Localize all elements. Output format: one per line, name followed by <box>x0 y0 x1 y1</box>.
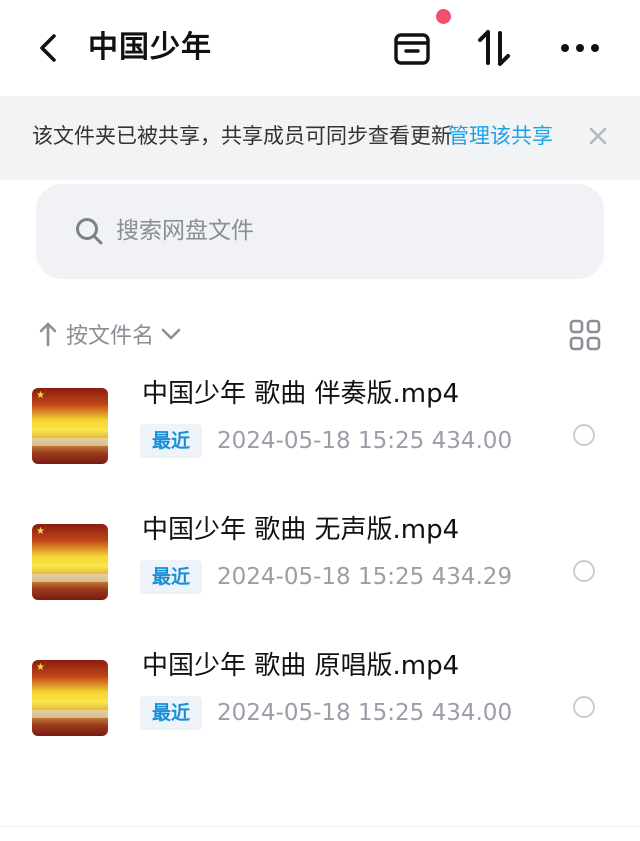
manage-share-link[interactable]: 管理该共享 <box>448 120 553 152</box>
notification-dot <box>436 9 451 24</box>
banner-close-button[interactable] <box>584 122 612 150</box>
share-banner: 该文件夹已被共享，共享成员可同步查看更新 管理该共享 <box>0 96 640 180</box>
search-icon <box>76 218 103 245</box>
file-time: 15:25 <box>357 700 425 726</box>
sort-arrows-icon <box>478 30 510 66</box>
grid-view-icon <box>569 319 601 351</box>
file-time: 15:25 <box>357 428 425 454</box>
file-date: 2024-05-18 <box>217 564 351 590</box>
grid-view-button[interactable] <box>568 318 602 352</box>
file-list-item[interactable]: ★ 中国少年 歌曲 原唱版.mp4 最近 2024-05-18 15:25 43… <box>0 642 640 762</box>
sort-bar: 按文件名 <box>0 312 640 356</box>
file-size: 434.00 <box>431 700 513 726</box>
transfer-button[interactable] <box>470 24 518 72</box>
divider <box>0 826 640 827</box>
select-radio[interactable] <box>573 696 595 718</box>
search-placeholder: 搜索网盘文件 <box>116 218 254 244</box>
file-meta: 2024-05-18 15:25 434.00 <box>217 424 512 458</box>
file-list-item[interactable]: ★ 中国少年 歌曲 伴奏版.mp4 最近 2024-05-18 15:25 43… <box>0 370 640 490</box>
file-meta: 2024-05-18 15:25 434.00 <box>217 696 512 730</box>
back-button[interactable] <box>30 28 66 68</box>
close-icon <box>589 127 607 145</box>
sort-label: 按文件名 <box>66 324 155 349</box>
share-banner-text: 该文件夹已被共享，共享成员可同步查看更新 <box>32 124 452 148</box>
page-title: 中国少年 <box>88 30 212 65</box>
header: 中国少年 <box>0 0 640 96</box>
file-size: 434.00 <box>431 428 513 454</box>
file-list-item[interactable]: ★ 中国少年 歌曲 无声版.mp4 最近 2024-05-18 15:25 43… <box>0 506 640 626</box>
video-thumbnail: ★ <box>32 388 108 464</box>
file-time: 15:25 <box>357 564 425 590</box>
search-input[interactable]: 搜索网盘文件 <box>36 184 604 279</box>
select-radio[interactable] <box>573 560 595 582</box>
file-size: 434.29 <box>431 564 513 590</box>
more-icon <box>561 44 599 52</box>
chevron-left-icon <box>40 34 56 62</box>
sort-button[interactable]: 按文件名 <box>38 316 182 352</box>
file-name: 中国少年 歌曲 原唱版.mp4 <box>142 651 460 681</box>
recent-badge: 最近 <box>140 424 203 458</box>
recent-badge: 最近 <box>140 696 203 730</box>
archive-box-icon <box>394 33 430 65</box>
file-date: 2024-05-18 <box>217 428 351 454</box>
video-thumbnail: ★ <box>32 660 108 736</box>
video-thumbnail: ★ <box>32 524 108 600</box>
more-button[interactable] <box>556 24 604 72</box>
select-radio[interactable] <box>573 424 595 446</box>
arrow-up-icon <box>39 322 57 347</box>
file-name: 中国少年 歌曲 伴奏版.mp4 <box>142 379 460 409</box>
recent-badge: 最近 <box>140 560 203 594</box>
file-date: 2024-05-18 <box>217 700 351 726</box>
file-name: 中国少年 歌曲 无声版.mp4 <box>142 515 460 545</box>
chevron-down-icon <box>161 328 181 340</box>
archive-button[interactable] <box>388 24 436 72</box>
file-meta: 2024-05-18 15:25 434.29 <box>217 560 512 594</box>
